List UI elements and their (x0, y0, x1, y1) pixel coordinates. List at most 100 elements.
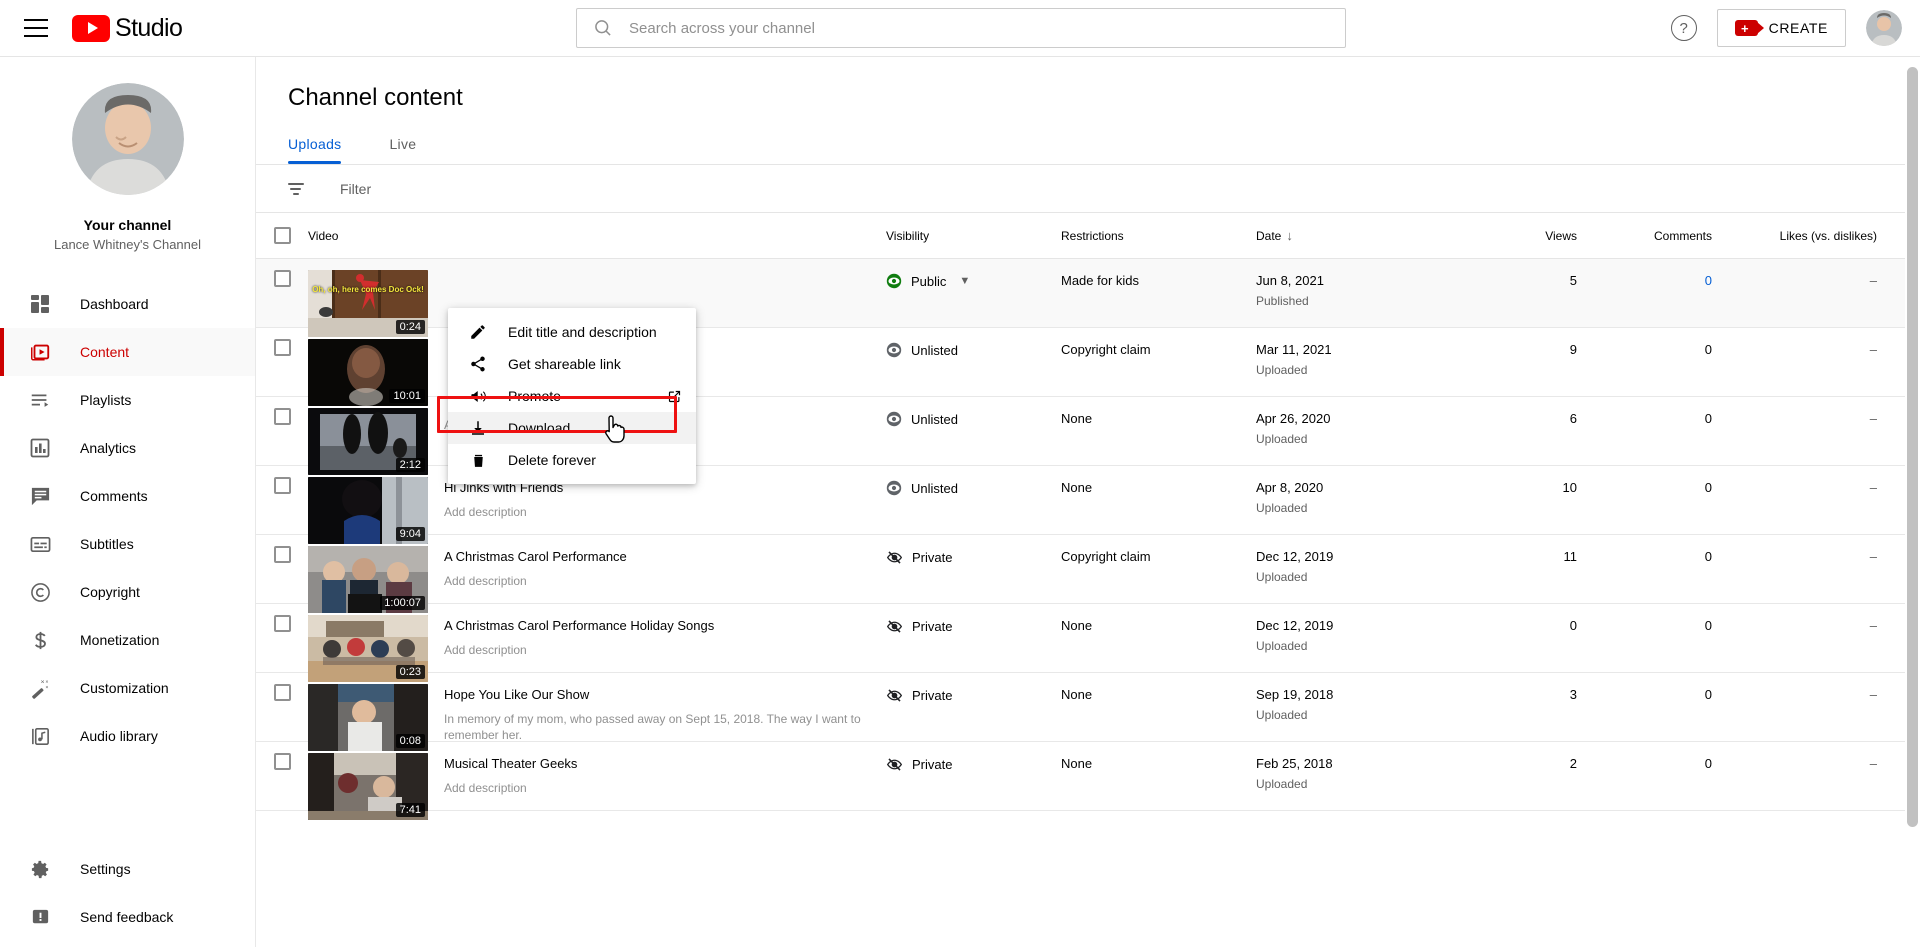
video-thumbnail[interactable]: 2:12 (308, 408, 428, 475)
menu-item-delete-forever[interactable]: Delete forever (448, 444, 696, 476)
sidebar-item-playlists[interactable]: Playlists (0, 376, 255, 424)
comments-cell[interactable]: 0 (1611, 270, 1746, 288)
sidebar-item-label: Customization (80, 680, 169, 696)
row-checkbox[interactable] (273, 408, 291, 425)
sidebar-item-monetization[interactable]: Monetization (0, 616, 255, 664)
visibility-cell[interactable]: Private (886, 546, 1061, 566)
channel-name: Lance Whitney's Channel (53, 237, 201, 252)
table-header: Video Visibility Restrictions Date ↓ Vie… (256, 213, 1920, 259)
date-status: Uploaded (1256, 639, 1308, 653)
visibility-cell[interactable]: Private (886, 684, 1061, 704)
sidebar-item-customization[interactable]: ✕ ✕ ✕ Customization (0, 664, 255, 712)
column-header-date[interactable]: Date ↓ (1256, 229, 1481, 243)
likes-cell: – (1869, 549, 1877, 564)
tab-uploads[interactable]: Uploads (288, 136, 357, 164)
sidebar-item-settings[interactable]: Settings (0, 845, 255, 893)
menu-item-promote[interactable]: Promote (448, 380, 696, 412)
table-row[interactable]: 7:41 Musical Theater Geeks Add descripti… (256, 742, 1920, 820)
video-description[interactable]: Add description (444, 642, 714, 659)
vertical-scrollbar[interactable] (1905, 57, 1920, 947)
scrollbar-thumb[interactable] (1907, 67, 1918, 827)
visibility-cell[interactable]: Unlisted (886, 477, 1061, 496)
video-cell: 1:00:07 A Christmas Carol Performance Ad… (308, 546, 886, 613)
channel-avatar[interactable] (71, 83, 184, 195)
filter-input[interactable]: Filter (340, 181, 371, 197)
restrictions-cell: None (1061, 411, 1093, 426)
visibility-cell[interactable]: Unlisted (886, 408, 1061, 427)
table-row[interactable]: 0:23 A Christmas Carol Performance Holid… (256, 604, 1920, 682)
select-all-checkbox[interactable] (273, 227, 291, 244)
visibility-cell[interactable]: Public ▼ (886, 270, 1061, 289)
sidebar-item-send-feedback[interactable]: Send feedback (0, 893, 255, 941)
video-title[interactable]: A Christmas Carol Performance (444, 546, 627, 566)
menu-item-label: Delete forever (508, 452, 596, 468)
video-title[interactable]: Hope You Like Our Show (444, 684, 864, 704)
avatar[interactable] (1866, 10, 1902, 46)
filter-icon[interactable] (288, 178, 310, 200)
video-title[interactable]: Musical Theater Geeks (444, 753, 577, 773)
sidebar-item-comments[interactable]: Comments (0, 472, 255, 520)
video-thumbnail[interactable]: 1:00:07 (308, 546, 428, 613)
table-row[interactable]: 0:08 Hope You Like Our Show In memory of… (256, 673, 1920, 751)
search-bar[interactable] (576, 8, 1346, 48)
video-title[interactable]: A Christmas Carol Performance Holiday So… (444, 615, 714, 635)
menu-item-get-shareable-link[interactable]: Get shareable link (448, 348, 696, 380)
hamburger-menu-icon[interactable] (24, 19, 48, 37)
share-icon (466, 352, 490, 376)
sidebar-item-label: Audio library (80, 728, 158, 744)
menu-item-download[interactable]: Download (448, 412, 696, 444)
table-row[interactable]: 1:00:07 A Christmas Carol Performance Ad… (256, 535, 1920, 613)
chevron-down-icon[interactable]: ▼ (959, 275, 970, 287)
search-icon (593, 18, 613, 38)
sidebar-nav: Dashboard Content Playlists Analytics Co… (0, 280, 255, 760)
row-checkbox[interactable] (273, 477, 291, 494)
visibility-label: Private (912, 688, 953, 703)
tab-live[interactable]: Live (373, 136, 432, 164)
sidebar-item-audio-library[interactable]: Audio library (0, 712, 255, 760)
visibility-cell[interactable]: Private (886, 753, 1061, 773)
sidebar-item-analytics[interactable]: Analytics (0, 424, 255, 472)
column-header-date-label: Date (1256, 228, 1282, 243)
gear-icon (28, 857, 52, 881)
video-thumbnail[interactable]: 10:01 (308, 339, 428, 406)
video-thumbnail[interactable]: 0:23 (308, 615, 428, 682)
video-description[interactable]: Add description (444, 780, 577, 797)
visibility-cell[interactable]: Private (886, 615, 1061, 635)
sidebar-item-copyright[interactable]: Copyright (0, 568, 255, 616)
channel-block: Your channel Lance Whitney's Channel (0, 57, 255, 268)
video-description[interactable]: Add description (444, 504, 563, 521)
video-thumbnail[interactable]: 9:04 (308, 477, 428, 544)
help-icon[interactable]: ? (1670, 15, 1697, 41)
video-thumbnail[interactable]: Oh, oh, here comes Doc Ock! 0:24 (308, 270, 428, 337)
row-checkbox[interactable] (273, 684, 291, 701)
sidebar-item-subtitles[interactable]: Subtitles (0, 520, 255, 568)
visibility-label: Unlisted (911, 342, 958, 358)
sidebar-item-dashboard[interactable]: Dashboard (0, 280, 255, 328)
youtube-studio-logo[interactable]: Studio (72, 14, 183, 43)
row-checkbox[interactable] (273, 339, 291, 356)
visibility-cell[interactable]: Unlisted (886, 339, 1061, 358)
sidebar-item-label: Playlists (80, 392, 132, 408)
menu-item-edit-title-and-description[interactable]: Edit title and description (448, 316, 696, 348)
sidebar-item-label: Monetization (80, 632, 160, 648)
video-thumbnail[interactable]: 7:41 (308, 753, 428, 820)
date-value: Apr 26, 2020 (1256, 411, 1331, 426)
restrictions-cell: None (1061, 480, 1093, 495)
row-checkbox[interactable] (273, 615, 291, 632)
video-description[interactable]: Add description (444, 573, 627, 590)
search-input[interactable] (629, 19, 1345, 37)
trash-icon (466, 448, 490, 472)
row-checkbox[interactable] (273, 753, 291, 770)
likes-cell: – (1869, 480, 1877, 495)
row-checkbox[interactable] (273, 270, 291, 287)
row-checkbox[interactable] (273, 546, 291, 563)
sidebar-item-label: Comments (80, 488, 148, 504)
sidebar-item-content[interactable]: Content (0, 328, 255, 376)
feedback-icon (28, 905, 52, 929)
content-icon (28, 340, 52, 364)
video-thumbnail[interactable]: 0:08 (308, 684, 428, 751)
video-description[interactable]: In memory of my mom, who passed away on … (444, 711, 864, 745)
select-all-cell (256, 227, 308, 244)
create-button[interactable]: + CREATE (1716, 9, 1846, 47)
video-duration: 7:41 (395, 803, 425, 817)
